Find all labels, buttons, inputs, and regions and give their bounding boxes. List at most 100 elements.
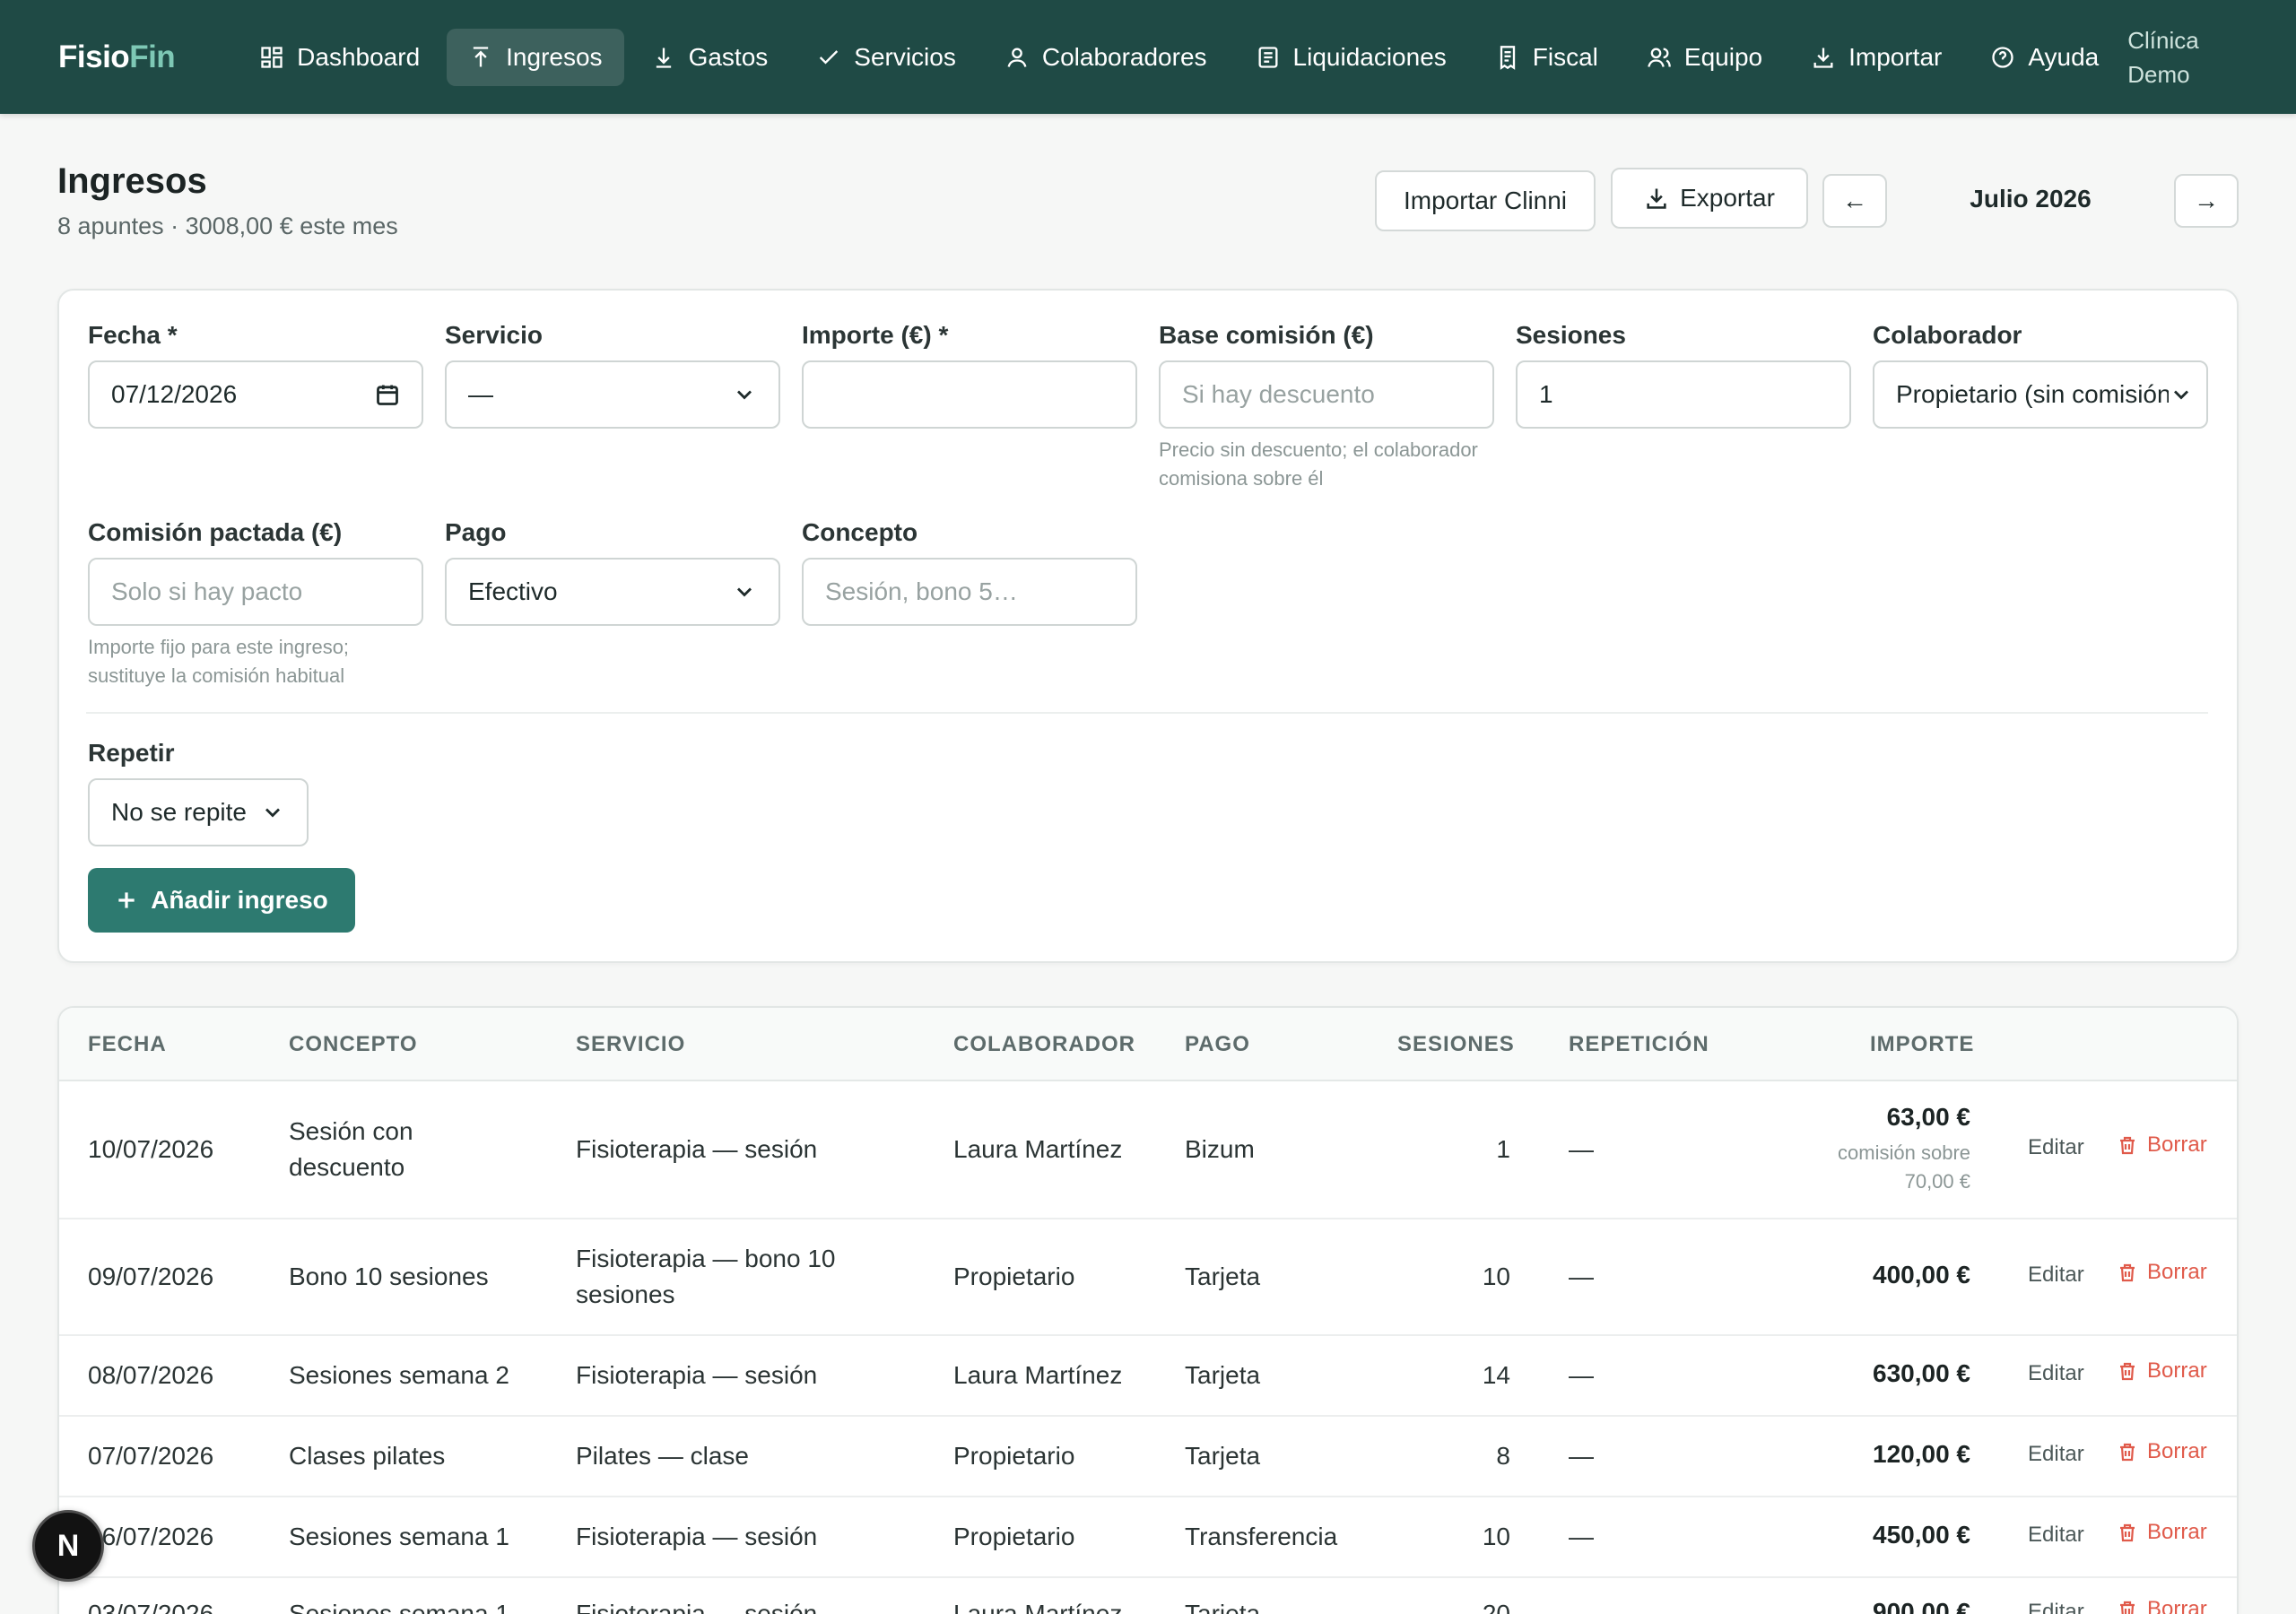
trash-icon xyxy=(2120,1443,2135,1462)
cell-servicio: Pilates — clase xyxy=(576,1442,749,1470)
delete-button[interactable]: Borrar xyxy=(2117,1260,2207,1285)
nav-item-label: Liquidaciones xyxy=(1292,42,1447,71)
nav-item-ingresos[interactable]: Ingresos xyxy=(447,28,624,86)
row-divider xyxy=(59,1334,2237,1336)
edit-button[interactable]: Editar xyxy=(2028,1523,2084,1548)
column-header-pago[interactable]: PAGO xyxy=(1185,1032,1250,1057)
colaborador-label: Colaborador xyxy=(1873,321,2022,349)
arrow-left-icon: ← xyxy=(1842,187,1867,214)
next-month-button[interactable]: → xyxy=(2174,174,2239,228)
column-header-repeticion[interactable]: REPETICIÓN xyxy=(1569,1032,1709,1057)
comision-pactada-input[interactable]: Solo si hay pacto xyxy=(88,558,423,626)
cell-importe: 400,00 € xyxy=(1873,1261,1970,1289)
import-clinni-button[interactable]: Importar Clinni xyxy=(1375,170,1596,231)
receipt-icon xyxy=(1500,45,1515,70)
delete-button[interactable]: Borrar xyxy=(2117,1597,2207,1614)
cell-sesiones: 10 xyxy=(1482,1523,1510,1550)
calendar-icon[interactable] xyxy=(375,382,400,407)
cell-importe-note: comisión sobre 70,00 € xyxy=(1838,1141,1970,1193)
column-header-sesiones[interactable]: SESIONES xyxy=(1397,1032,1515,1057)
chevron-down-icon xyxy=(265,808,280,818)
cell-importe: 120,00 € xyxy=(1873,1440,1970,1468)
edit-button[interactable]: Editar xyxy=(2028,1442,2084,1467)
row-divider xyxy=(59,1496,2237,1497)
repetir-select[interactable]: No se repite xyxy=(88,778,309,846)
export-button[interactable]: Exportar xyxy=(1611,168,1808,229)
cell-colaborador: Laura Martínez xyxy=(953,1600,1123,1614)
nav-item-label: Equipo xyxy=(1683,42,1763,71)
column-header-servicio[interactable]: SERVICIO xyxy=(576,1032,685,1057)
prev-month-button[interactable]: ← xyxy=(1822,174,1887,228)
nav-item-dashboard[interactable]: Dashboard xyxy=(238,29,441,86)
nav-item-label: Servicios xyxy=(854,42,956,71)
cell-sesiones: 10 xyxy=(1482,1263,1510,1290)
cell-colaborador: Propietario xyxy=(953,1523,1075,1550)
colaborador-select[interactable]: Propietario (sin comisión) xyxy=(1873,360,2208,429)
nav-item-fiscal[interactable]: Fiscal xyxy=(1474,29,1620,86)
dev-tools-badge[interactable]: N xyxy=(32,1510,104,1582)
nav-item-equipo[interactable]: Equipo xyxy=(1625,29,1784,86)
download-icon xyxy=(1813,48,1833,68)
nav-item-servicios[interactable]: Servicios xyxy=(795,29,978,86)
nav-item-label: Ayuda xyxy=(2028,42,2100,71)
nav-item-ayuda[interactable]: Ayuda xyxy=(1969,29,2120,86)
cell-concepto: Bono 10 sesiones xyxy=(289,1263,489,1290)
delete-button[interactable]: Borrar xyxy=(2117,1132,2207,1158)
pago-label: Pago xyxy=(445,518,507,546)
sesiones-label: Sesiones xyxy=(1516,321,1626,349)
cell-fecha: 10/07/2026 xyxy=(88,1135,214,1163)
nav-item-label: Dashboard xyxy=(297,42,421,71)
main-nav: Dashboard Ingresos Gastos Servicios Cola… xyxy=(238,0,2199,114)
nav-item-gastos[interactable]: Gastos xyxy=(630,29,790,86)
column-header-importe[interactable]: IMPORTE xyxy=(1870,1032,1974,1057)
cell-sesiones: 14 xyxy=(1482,1361,1510,1389)
cell-pago: Tarjeta xyxy=(1185,1442,1261,1470)
edit-button[interactable]: Editar xyxy=(2028,1600,2084,1614)
comision-pactada-label: Comisión pactada (€) xyxy=(88,518,343,546)
plus-icon xyxy=(118,892,135,908)
clinic-name[interactable]: Clínica Demo xyxy=(2127,23,2198,91)
column-header-concepto[interactable]: CONCEPTO xyxy=(289,1032,418,1057)
pago-select[interactable]: Efectivo xyxy=(445,558,780,626)
repetir-label: Repetir xyxy=(88,739,175,767)
cell-fecha: 08/07/2026 xyxy=(88,1361,214,1389)
nav-item-colaboradores[interactable]: Colaboradores xyxy=(983,29,1229,86)
cell-fecha: 09/07/2026 xyxy=(88,1263,214,1290)
cell-colaborador: Propietario xyxy=(953,1263,1075,1290)
nav-item-liquidaciones[interactable]: Liquidaciones xyxy=(1234,29,1468,86)
column-header-colaborador[interactable]: COLABORADOR xyxy=(953,1032,1135,1057)
comision-pactada-hint: Importe fijo para este ingreso; sustituy… xyxy=(88,636,350,687)
delete-button[interactable]: Borrar xyxy=(2117,1520,2207,1545)
arrow-right-icon: → xyxy=(2194,187,2219,214)
help-icon xyxy=(1992,46,2014,68)
servicio-select[interactable]: — xyxy=(445,360,780,429)
edit-button[interactable]: Editar xyxy=(2028,1361,2084,1386)
top-nav-bar: FisioFin Dashboard Ingresos Gastos Servi… xyxy=(0,0,2296,114)
column-header-fecha[interactable]: FECHA xyxy=(88,1032,167,1057)
cell-fecha: 07/07/2026 xyxy=(88,1442,214,1470)
fecha-input[interactable]: 07/12/2026 xyxy=(88,360,423,429)
form-divider xyxy=(86,712,2208,714)
cell-fecha: 06/07/2026 xyxy=(88,1523,214,1550)
edit-button[interactable]: Editar xyxy=(2028,1263,2084,1288)
cell-colaborador: Propietario xyxy=(953,1442,1075,1470)
importe-input[interactable] xyxy=(802,360,1137,429)
nav-item-label: Importar xyxy=(1848,42,1943,71)
delete-button[interactable]: Borrar xyxy=(2117,1358,2207,1384)
cell-pago: Transferencia xyxy=(1185,1523,1338,1550)
app-logo[interactable]: FisioFin xyxy=(58,39,176,75)
edit-button[interactable]: Editar xyxy=(2028,1135,2084,1160)
cell-concepto: Sesión con descuento xyxy=(289,1117,413,1181)
download-icon xyxy=(1647,188,1666,209)
delete-button[interactable]: Borrar xyxy=(2117,1439,2207,1464)
sesiones-input[interactable]: 1 xyxy=(1516,360,1851,429)
cell-colaborador: Laura Martínez xyxy=(953,1361,1123,1389)
base-comision-input[interactable]: Si hay descuento xyxy=(1159,360,1494,429)
add-income-button[interactable]: Añadir ingreso xyxy=(88,868,355,933)
cell-concepto: Sesiones semana 1 xyxy=(289,1600,509,1614)
concepto-input[interactable]: Sesión, bono 5… xyxy=(802,558,1137,626)
trash-icon xyxy=(2120,1523,2135,1542)
row-divider xyxy=(59,1218,2237,1219)
nav-item-importar[interactable]: Importar xyxy=(1789,29,1963,86)
cell-sesiones: 20 xyxy=(1482,1600,1510,1614)
